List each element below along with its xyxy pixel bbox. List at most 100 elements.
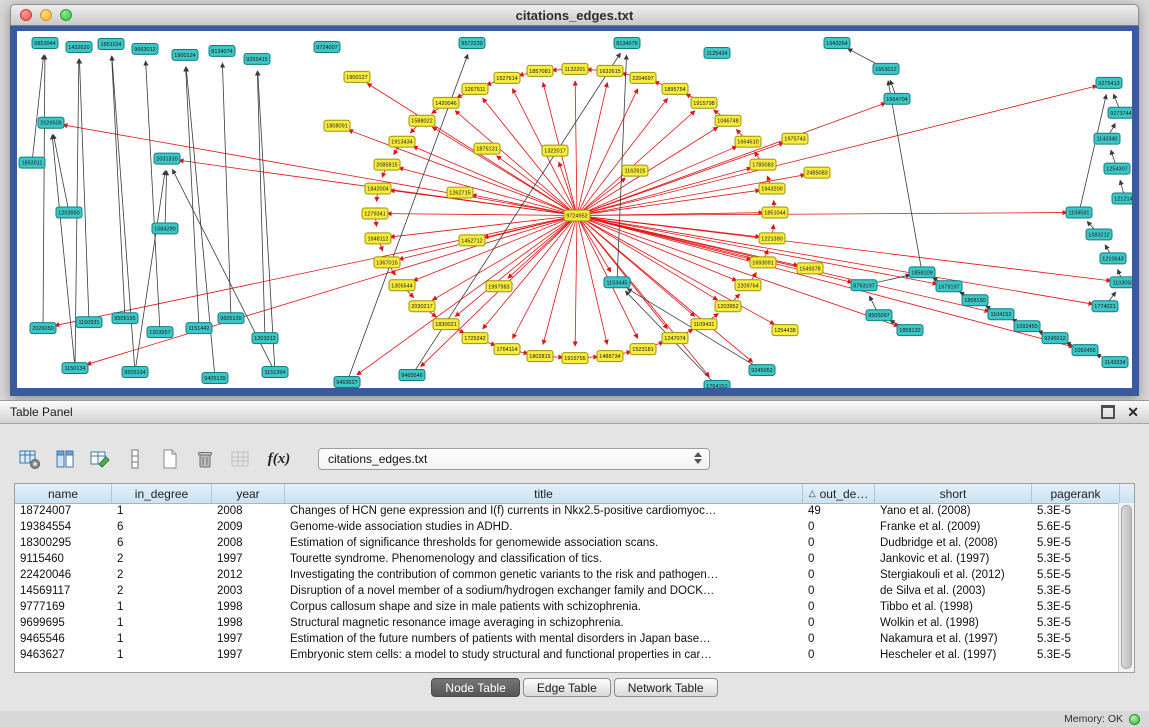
graph-node[interactable]: 1203312: [252, 333, 278, 344]
graph-node[interactable]: 1212143: [1112, 193, 1132, 204]
graph-node[interactable]: 1774021: [1092, 301, 1118, 312]
tab-network-table[interactable]: Network Table: [614, 678, 718, 697]
graph-node[interactable]: 9663012: [132, 43, 158, 54]
tab-node-table[interactable]: Node Table: [431, 678, 520, 697]
select-columns-icon[interactable]: [51, 445, 79, 473]
graph-node[interactable]: 1143334: [1102, 357, 1128, 368]
graph-node[interactable]: 1151442: [186, 323, 212, 334]
graph-node[interactable]: 9724007: [314, 41, 340, 52]
graph-node[interactable]: 9505195: [112, 313, 138, 324]
graph-edge[interactable]: [543, 215, 577, 344]
graph-edge[interactable]: [888, 81, 922, 273]
graph-node[interactable]: 1851104: [98, 38, 124, 49]
graph-node[interactable]: 9724952: [564, 210, 590, 221]
graph-node[interactable]: 1527614: [494, 72, 520, 83]
function-builder-icon[interactable]: f(x): [261, 445, 297, 473]
zoom-window-button[interactable]: [60, 9, 72, 21]
graph-edge[interactable]: [165, 171, 167, 229]
graph-node[interactable]: 1150931: [76, 317, 102, 328]
graph-node[interactable]: 1808091: [324, 120, 350, 131]
graph-node[interactable]: 1915798: [691, 97, 717, 108]
graph-edge[interactable]: [577, 215, 1093, 304]
column-header-pagerank[interactable]: pagerank: [1032, 484, 1120, 503]
network-graph-canvas[interactable]: 9724952185104419432001785083166461010467…: [17, 31, 1132, 388]
graph-node[interactable]: 1943264: [824, 37, 850, 48]
graph-edge[interactable]: [79, 59, 89, 322]
graph-node[interactable]: 1143340: [1094, 133, 1120, 144]
graph-node[interactable]: 9275413: [1096, 77, 1122, 88]
graph-node[interactable]: 9463627: [334, 377, 360, 388]
graph-node[interactable]: 1915755: [562, 353, 588, 364]
graph-node[interactable]: 1488734: [597, 351, 623, 362]
graph-node[interactable]: 1943200: [759, 183, 785, 194]
graph-node[interactable]: 1875131: [474, 143, 500, 154]
table-row[interactable]: 946362711997Embryonic stem cells: a mode…: [15, 647, 1119, 663]
table-row[interactable]: 1938455462009Genome-wide association stu…: [15, 519, 1119, 535]
graph-edge[interactable]: [577, 111, 695, 216]
graph-node[interactable]: 1132201: [562, 63, 588, 74]
graph-node[interactable]: 8134074: [209, 45, 235, 56]
graph-node[interactable]: 1092455: [1072, 345, 1098, 356]
graph-edge[interactable]: [577, 215, 989, 311]
graph-edge[interactable]: [455, 111, 577, 216]
graph-node[interactable]: 1664610: [735, 136, 761, 147]
graph-node[interactable]: 1857081: [527, 65, 553, 76]
graph-edge[interactable]: [387, 214, 577, 216]
graph-edge[interactable]: [1079, 95, 1106, 213]
graph-node[interactable]: 9505097: [866, 310, 892, 321]
graph-node[interactable]: 1162615: [622, 165, 648, 176]
graph-node[interactable]: 1948112: [365, 233, 391, 244]
graph-node[interactable]: 9605139: [218, 313, 244, 324]
graph-node[interactable]: 1663012: [873, 63, 899, 74]
graph-node[interactable]: 9853044: [32, 37, 58, 48]
tab-edge-table[interactable]: Edge Table: [523, 678, 611, 697]
graph-node[interactable]: 1104152: [988, 309, 1014, 320]
graph-edge[interactable]: [32, 55, 44, 163]
close-panel-icon[interactable]: ✕: [1127, 405, 1139, 419]
graph-edge[interactable]: [146, 61, 160, 332]
graph-node[interactable]: 1785083: [750, 159, 776, 170]
graph-edge[interactable]: [577, 215, 774, 324]
float-panel-icon[interactable]: [1101, 405, 1115, 419]
graph-node[interactable]: 1254307: [1104, 163, 1130, 174]
close-window-button[interactable]: [20, 9, 32, 21]
graph-edge[interactable]: [222, 63, 231, 318]
graph-edge[interactable]: [186, 67, 199, 328]
graph-edge[interactable]: [577, 215, 937, 284]
table-row[interactable]: 969969511998Structural magnetic resonanc…: [15, 615, 1119, 631]
scrollbar-thumb[interactable]: [1121, 505, 1132, 669]
graph-node[interactable]: 1858109: [909, 267, 935, 278]
column-header-short[interactable]: short: [875, 484, 1032, 503]
window-titlebar[interactable]: citations_edges.txt: [10, 4, 1139, 26]
graph-node[interactable]: 9405139: [202, 373, 228, 384]
graph-node[interactable]: 1305544: [389, 280, 415, 291]
graph-node[interactable]: 1913434: [389, 136, 415, 147]
graph-node[interactable]: 1092450: [1014, 321, 1040, 332]
graph-node[interactable]: 2030217: [409, 301, 435, 312]
column-header-out_de[interactable]: △out_de…: [803, 484, 875, 503]
graph-edge[interactable]: [43, 55, 45, 328]
graph-edge[interactable]: [577, 215, 1073, 347]
graph-node[interactable]: 1247074: [662, 333, 688, 344]
table-vertical-scrollbar[interactable]: [1118, 503, 1134, 672]
graph-edge[interactable]: [577, 215, 611, 272]
graph-node[interactable]: 9245012: [1042, 333, 1068, 344]
graph-node[interactable]: 1679197: [936, 281, 962, 292]
graph-node[interactable]: 2204697: [630, 72, 656, 83]
graph-node[interactable]: 2085815: [374, 159, 400, 170]
graph-node[interactable]: 9273744: [1108, 107, 1132, 118]
graph-node[interactable]: 1584290: [152, 223, 178, 234]
column-header-name[interactable]: name: [15, 484, 112, 503]
graph-edge[interactable]: [413, 146, 577, 215]
graph-node[interactable]: 1900124: [172, 49, 198, 60]
graph-edge[interactable]: [112, 56, 125, 318]
import-table-icon[interactable]: [226, 445, 254, 473]
graph-edge[interactable]: [577, 168, 751, 216]
graph-node[interactable]: 2026505: [38, 117, 64, 128]
graph-edge[interactable]: [63, 125, 577, 216]
graph-node[interactable]: 8134076: [614, 37, 640, 48]
graph-node[interactable]: 9465546: [399, 370, 425, 381]
graph-node[interactable]: 1632615: [597, 65, 623, 76]
graph-node[interactable]: 1221390: [759, 233, 785, 244]
graph-node[interactable]: 1322017: [542, 145, 568, 156]
